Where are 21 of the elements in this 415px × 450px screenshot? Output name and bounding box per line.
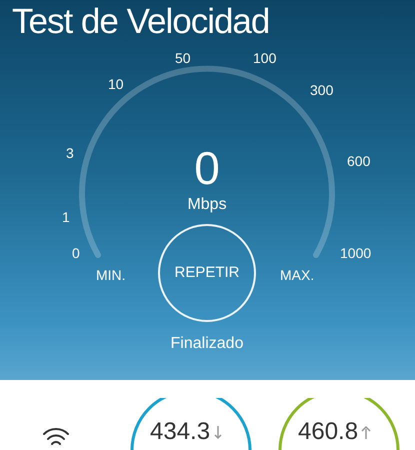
upload-arrow-icon — [361, 424, 372, 440]
status-text: Finalizado — [170, 334, 244, 354]
speed-unit: Mbps — [186, 195, 228, 215]
scale-label: 10 — [108, 75, 124, 94]
download-arrow-icon — [213, 424, 224, 440]
scale-label: 50 — [175, 49, 191, 68]
wifi-icon — [42, 426, 70, 448]
result-value: 460.8 — [298, 420, 358, 444]
scale-label: 300 — [310, 81, 334, 100]
min-label: MIN. — [96, 266, 126, 285]
scale-label: 0 — [72, 244, 80, 263]
scale-label: 3 — [66, 144, 74, 163]
scale-label: 1000 — [340, 244, 372, 263]
app-title: Test de Velocidad — [12, 1, 270, 43]
result-value: 434.3 — [150, 420, 210, 444]
speed-value: 0 — [193, 145, 221, 191]
max-label: MAX. — [280, 266, 314, 285]
repeat-button[interactable]: REPETIR — [158, 224, 256, 322]
scale-label: 1 — [62, 208, 70, 227]
scale-label: 600 — [347, 152, 370, 171]
scale-label: 100 — [253, 49, 276, 68]
